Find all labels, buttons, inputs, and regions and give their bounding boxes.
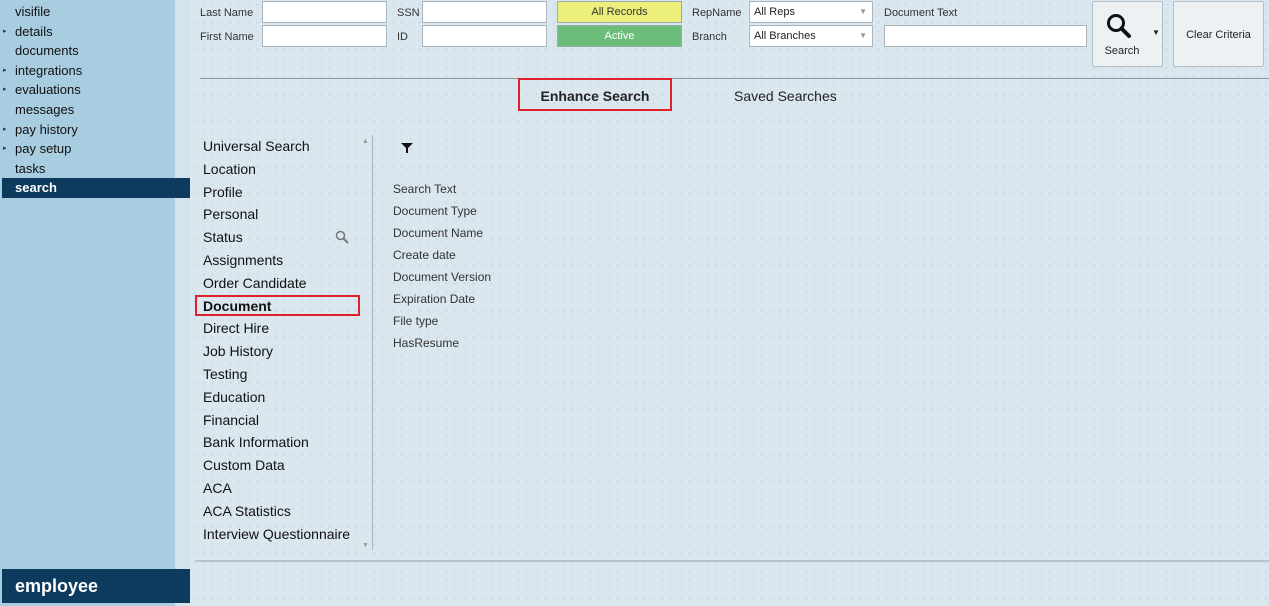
search-button-label: Search [1104, 45, 1140, 57]
tab-enhance-search[interactable]: Enhance Search [518, 78, 672, 111]
field-create-date[interactable]: Create date [393, 246, 491, 268]
branch-label: Branch [692, 31, 727, 43]
sidebar-item-evaluations[interactable]: ▸ evaluations [2, 80, 190, 100]
panel-divider [372, 135, 373, 550]
sidebar-item-label: pay history [15, 121, 78, 137]
expand-arrow-icon[interactable]: ▸ [3, 120, 7, 140]
sidebar-item-label: evaluations [15, 82, 81, 98]
ssn-input[interactable] [422, 1, 547, 23]
scroll-up-icon[interactable]: ▲ [362, 138, 369, 145]
expand-arrow-icon[interactable]: ▸ [3, 139, 7, 159]
sidebar-item-label: integrations [15, 62, 83, 78]
ssn-label: SSN [397, 7, 420, 19]
category-job-history[interactable]: Job History [203, 342, 363, 365]
document-text-label: Document Text [884, 7, 958, 19]
sidebar-item-visifile[interactable]: visifile [2, 2, 190, 22]
chevron-down-icon: ▼ [859, 7, 867, 16]
category-aca-statistics[interactable]: ACA Statistics [203, 502, 363, 525]
chevron-down-icon: ▼ [859, 31, 867, 40]
all-records-toggle[interactable]: All Records [557, 1, 682, 23]
magnifier-icon[interactable] [335, 230, 349, 244]
sidebar-nav: visifile ▸ details documents ▸ integrations ▸ e… [2, 2, 190, 198]
last-name-label: Last Name [200, 7, 254, 19]
field-document-type[interactable]: Document Type [393, 202, 491, 224]
sidebar-item-label: documents [15, 43, 79, 59]
id-input[interactable] [422, 25, 547, 47]
sidebar-item-label: visifile [15, 4, 51, 19]
sidebar-item-search[interactable]: search [2, 178, 190, 198]
category-aca[interactable]: ACA [203, 479, 363, 502]
category-direct-hire[interactable]: Direct Hire [203, 319, 363, 342]
sidebar-item-label: tasks [15, 160, 46, 176]
criteria-divider [200, 78, 1269, 79]
search-button[interactable]: ▼ Search [1092, 1, 1163, 67]
main-area: Last Name SSN All Records RepName All Re… [190, 0, 1269, 606]
scroll-down-icon[interactable]: ▼ [362, 542, 369, 549]
field-expiration-date[interactable]: Expiration Date [393, 290, 491, 312]
sidebar-item-tasks[interactable]: tasks [2, 159, 190, 179]
repname-value: All Reps [754, 6, 795, 18]
field-document-name[interactable]: Document Name [393, 224, 491, 246]
sidebar-item-integrations[interactable]: ▸ integrations [2, 61, 190, 81]
expand-arrow-icon[interactable]: ▸ [3, 22, 7, 42]
branch-select[interactable]: All Branches ▼ [749, 25, 873, 47]
category-testing[interactable]: Testing [203, 365, 363, 388]
sidebar-item-label: details [15, 23, 53, 39]
repname-label: RepName [692, 7, 742, 19]
category-list: Universal Search Location Profile Personal S… [203, 137, 363, 547]
field-search-text[interactable]: Search Text [393, 180, 491, 202]
branch-value: All Branches [754, 30, 816, 42]
sidebar-item-documents[interactable]: documents [2, 41, 190, 61]
sidebar-item-pay-history[interactable]: ▸ pay history [2, 120, 190, 140]
sidebar-item-label: search [15, 180, 57, 196]
category-location[interactable]: Location [203, 160, 363, 183]
document-text-input[interactable] [884, 25, 1087, 47]
sidebar-item-label: messages [15, 101, 75, 117]
search-button-dropdown-icon[interactable]: ▼ [1152, 28, 1160, 37]
category-custom-data[interactable]: Custom Data [203, 456, 363, 479]
category-universal-search[interactable]: Universal Search [203, 137, 363, 160]
category-financial[interactable]: Financial [203, 411, 363, 434]
category-interview-questionnaire[interactable]: Interview Questionnaire [203, 525, 363, 548]
category-assignments[interactable]: Assignments [203, 251, 363, 274]
clear-criteria-button[interactable]: Clear Criteria [1173, 1, 1264, 67]
sidebar-item-pay-setup[interactable]: ▸ pay setup [2, 139, 190, 159]
expand-arrow-icon[interactable]: ▸ [3, 80, 7, 100]
first-name-input[interactable] [262, 25, 387, 47]
field-document-version[interactable]: Document Version [393, 268, 491, 290]
field-list: Search Text Document Type Document Name Cre… [393, 180, 491, 356]
bottom-divider [195, 560, 1269, 562]
sidebar: visifile ▸ details documents ▸ integrations ▸ e… [0, 0, 190, 606]
active-toggle[interactable]: Active [557, 25, 682, 47]
category-education[interactable]: Education [203, 388, 363, 411]
tab-saved-searches[interactable]: Saved Searches [734, 88, 837, 104]
repname-select[interactable]: All Reps ▼ [749, 1, 873, 23]
field-file-type[interactable]: File type [393, 312, 491, 334]
sidebar-footer[interactable]: employee [2, 569, 190, 603]
selected-category-highlight [195, 295, 360, 316]
category-bank-information[interactable]: Bank Information [203, 433, 363, 456]
category-profile[interactable]: Profile [203, 183, 363, 206]
category-order-candidate[interactable]: Order Candidate [203, 274, 363, 297]
search-icon [1107, 14, 1131, 38]
category-personal[interactable]: Personal [203, 205, 363, 228]
id-label: ID [397, 31, 408, 43]
sidebar-item-label: pay setup [15, 141, 72, 157]
sidebar-item-details[interactable]: ▸ details [2, 22, 190, 42]
field-hasresume[interactable]: HasResume [393, 334, 491, 356]
last-name-input[interactable] [262, 1, 387, 23]
sidebar-item-messages[interactable]: messages [2, 100, 190, 120]
filter-icon[interactable] [400, 141, 414, 155]
first-name-label: First Name [200, 31, 254, 43]
expand-arrow-icon[interactable]: ▸ [3, 61, 7, 81]
